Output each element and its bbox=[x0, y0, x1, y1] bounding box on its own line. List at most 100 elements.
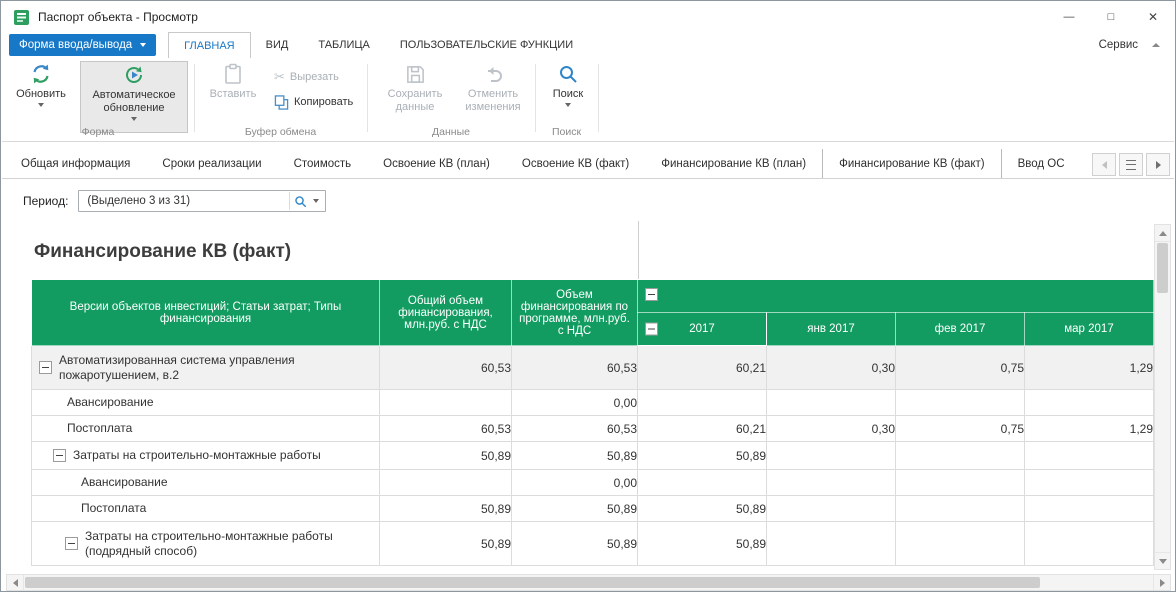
vertical-scrollbar[interactable] bbox=[1154, 224, 1171, 570]
app-window: Паспорт объекта - Просмотр — □ ✕ Форма в… bbox=[0, 0, 1176, 592]
table-row[interactable]: Автоматизированная система управления по… bbox=[31, 345, 1154, 390]
table-cell[interactable]: 50,89 bbox=[511, 521, 638, 566]
collapse-year-icon[interactable] bbox=[645, 322, 658, 336]
table-cell[interactable]: 50,89 bbox=[637, 441, 767, 470]
paste-button[interactable]: Вставить bbox=[202, 61, 264, 101]
close-button[interactable]: ✕ bbox=[1132, 2, 1174, 32]
scroll-right-button[interactable] bbox=[1153, 575, 1170, 590]
table-cell[interactable] bbox=[379, 469, 512, 496]
table-cell[interactable] bbox=[895, 469, 1025, 496]
header-period-band bbox=[637, 279, 1154, 313]
collapse-icon[interactable] bbox=[39, 361, 52, 374]
table-cell[interactable]: 50,89 bbox=[511, 495, 638, 522]
table-cell[interactable] bbox=[637, 389, 767, 416]
chevron-down-icon[interactable] bbox=[313, 199, 320, 203]
table-row[interactable]: Постоплата 60,53 60,53 60,21 0,30 0,75 1… bbox=[31, 415, 1154, 442]
vertical-scroll-thumb[interactable] bbox=[1157, 243, 1168, 293]
table-cell[interactable]: 1,29 bbox=[1024, 415, 1154, 442]
period-combobox[interactable]: (Выделено 3 из 31) bbox=[78, 190, 327, 212]
table-cell[interactable] bbox=[766, 389, 896, 416]
table-cell[interactable]: 50,89 bbox=[637, 495, 767, 522]
table-cell[interactable]: 50,89 bbox=[511, 441, 638, 470]
tab-financing-fact[interactable]: Финансирование КВ (факт) bbox=[822, 149, 1002, 178]
collapse-all-icon[interactable] bbox=[645, 288, 658, 301]
table-cell[interactable]: 50,89 bbox=[379, 495, 512, 522]
table-cell[interactable]: 0,75 bbox=[895, 345, 1025, 390]
ribbon-tab-user-functions[interactable]: ПОЛЬЗОВАТЕЛЬСКИЕ ФУНКЦИИ bbox=[385, 32, 588, 58]
scroll-left-button[interactable] bbox=[7, 575, 24, 590]
table-cell[interactable] bbox=[1024, 495, 1154, 522]
table-cell[interactable]: 50,89 bbox=[379, 521, 512, 566]
document-tab-strip: Общая информация Сроки реализации Стоимо… bbox=[2, 149, 1174, 179]
row-label: Постоплата bbox=[67, 421, 133, 435]
table-cell[interactable]: 1,29 bbox=[1024, 345, 1154, 390]
table-cell[interactable] bbox=[895, 495, 1025, 522]
maximize-button[interactable]: □ bbox=[1090, 2, 1132, 32]
tab-development-fact[interactable]: Освоение КВ (факт) bbox=[506, 149, 645, 178]
io-form-button[interactable]: Форма ввода/вывода bbox=[9, 34, 157, 56]
table-row[interactable]: Постоплата 50,89 50,89 50,89 bbox=[31, 495, 1154, 522]
horizontal-scrollbar[interactable] bbox=[6, 574, 1171, 591]
table-cell[interactable] bbox=[379, 389, 512, 416]
table-cell[interactable] bbox=[895, 389, 1025, 416]
undo-changes-button[interactable]: Отменить изменения bbox=[456, 61, 530, 114]
tab-financing-plan[interactable]: Финансирование КВ (план) bbox=[645, 149, 822, 178]
tab-list-button[interactable] bbox=[1119, 153, 1143, 176]
table-cell[interactable] bbox=[895, 441, 1025, 470]
table-cell[interactable] bbox=[766, 441, 896, 470]
table-cell[interactable] bbox=[1024, 469, 1154, 496]
table-cell[interactable]: 0,75 bbox=[895, 415, 1025, 442]
table-cell[interactable]: 60,21 bbox=[637, 415, 767, 442]
tab-implementation-dates[interactable]: Сроки реализации bbox=[146, 149, 277, 178]
auto-refresh-button[interactable]: Автоматическое обновление bbox=[80, 61, 188, 133]
copy-button[interactable]: Копировать bbox=[274, 92, 353, 112]
table-cell[interactable]: 0,30 bbox=[766, 345, 896, 390]
tab-scroll-left-button[interactable] bbox=[1092, 153, 1116, 176]
table-cell[interactable]: 0,00 bbox=[511, 469, 638, 496]
table-cell[interactable]: 60,21 bbox=[637, 345, 767, 390]
table-cell[interactable]: 50,89 bbox=[379, 441, 512, 470]
table-cell[interactable] bbox=[1024, 441, 1154, 470]
horizontal-scroll-thumb[interactable] bbox=[25, 577, 1040, 588]
tab-general-info[interactable]: Общая информация bbox=[5, 149, 146, 178]
table-cell[interactable]: 0,30 bbox=[766, 415, 896, 442]
refresh-button[interactable]: Обновить bbox=[10, 61, 72, 107]
table-cell[interactable] bbox=[766, 521, 896, 566]
table-row[interactable]: Затраты на строительно-монтажные работы … bbox=[31, 441, 1154, 470]
ribbon-tab-view[interactable]: ВИД bbox=[251, 32, 304, 58]
tab-scroll-right-button[interactable] bbox=[1146, 153, 1170, 176]
table-cell[interactable] bbox=[766, 469, 896, 496]
save-data-button[interactable]: Сохранить данные bbox=[380, 61, 450, 114]
app-icon bbox=[13, 9, 30, 26]
collapse-ribbon-icon[interactable] bbox=[1152, 43, 1160, 47]
search-icon[interactable] bbox=[290, 195, 311, 208]
scroll-down-button[interactable] bbox=[1155, 552, 1170, 569]
service-menu[interactable]: Сервис bbox=[1099, 39, 1138, 51]
table-row[interactable]: Авансирование 0,00 bbox=[31, 389, 1154, 416]
table-cell[interactable]: 0,00 bbox=[511, 389, 638, 416]
table-cell[interactable]: 60,53 bbox=[379, 345, 512, 390]
table-cell[interactable] bbox=[1024, 521, 1154, 566]
table-cell[interactable] bbox=[637, 469, 767, 496]
table-cell[interactable]: 50,89 bbox=[637, 521, 767, 566]
table-row[interactable]: Затраты на строительно-монтажные работы … bbox=[31, 521, 1154, 566]
scroll-up-button[interactable] bbox=[1155, 225, 1170, 242]
table-cell[interactable] bbox=[766, 495, 896, 522]
table-row[interactable]: Авансирование 0,00 bbox=[31, 469, 1154, 496]
collapse-icon[interactable] bbox=[65, 537, 78, 550]
table-cell[interactable]: 60,53 bbox=[511, 345, 638, 390]
table-cell[interactable]: 60,53 bbox=[379, 415, 512, 442]
tab-development-plan[interactable]: Освоение КВ (план) bbox=[367, 149, 506, 178]
tab-os-input[interactable]: Ввод ОС bbox=[1002, 149, 1081, 178]
minimize-button[interactable]: — bbox=[1048, 2, 1090, 32]
table-cell[interactable] bbox=[1024, 389, 1154, 416]
collapse-icon[interactable] bbox=[53, 449, 66, 462]
cut-button[interactable]: ✂ Вырезать bbox=[274, 67, 339, 87]
tab-cost[interactable]: Стоимость bbox=[278, 149, 368, 178]
search-button[interactable]: Поиск bbox=[542, 61, 594, 107]
io-form-button-label: Форма ввода/вывода bbox=[19, 39, 133, 51]
ribbon-tab-table[interactable]: ТАБЛИЦА bbox=[303, 32, 385, 58]
table-cell[interactable]: 60,53 bbox=[511, 415, 638, 442]
table-cell[interactable] bbox=[895, 521, 1025, 566]
ribbon-tab-main[interactable]: ГЛАВНАЯ bbox=[168, 32, 251, 58]
